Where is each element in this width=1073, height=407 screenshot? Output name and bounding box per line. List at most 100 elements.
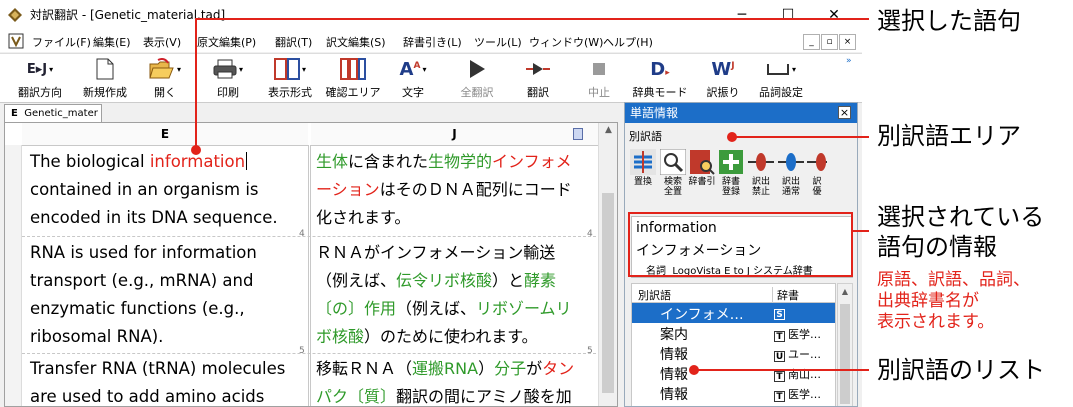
column-toggle-icon[interactable] bbox=[573, 128, 583, 140]
menu-edit[interactable]: 編集(E) bbox=[93, 34, 131, 50]
callout-selected-phrase: 選択した語句 bbox=[877, 7, 1021, 35]
ban-translation-button[interactable]: 訳出 禁止 bbox=[747, 149, 775, 197]
app-logo-icon bbox=[8, 8, 22, 22]
dictionary-type-icon: U bbox=[774, 351, 785, 362]
scroll-up-icon[interactable]: ▲ bbox=[599, 125, 617, 135]
mdi-close-button[interactable]: × bbox=[839, 34, 856, 50]
text-run: Transfer RNA (tRNA) molecules bbox=[30, 359, 286, 378]
alt-list-item[interactable]: 案内 T 医学… bbox=[632, 323, 835, 343]
dictionary-mode-button[interactable]: D▸ 辞典モード bbox=[625, 57, 695, 100]
dictionary-term: 生物学的 bbox=[428, 152, 493, 171]
menu-file[interactable]: ファイル(F) bbox=[32, 34, 91, 50]
mdi-minimize-button[interactable]: _ bbox=[803, 34, 820, 50]
alt-list-item[interactable]: 情報 T 医学… bbox=[632, 383, 835, 403]
stop-button[interactable]: 中止 bbox=[564, 57, 634, 100]
dictionary-term: 伝令リボ核酸 bbox=[396, 271, 493, 290]
menu-bar: ファイル(F) 編集(E) 表示(V) 原文編集(P) 翻訳(T) 訳文編集(S… bbox=[0, 30, 862, 52]
text-run: 移転ＲＮＡ（ bbox=[316, 359, 413, 378]
ej-direction-icon: E▸J bbox=[26, 61, 48, 77]
alt-dictionary-name: 医学… bbox=[788, 328, 821, 341]
source-segment-2[interactable]: RNA is used for information transport (e.… bbox=[22, 239, 306, 351]
highlighted-term: ーション bbox=[316, 180, 380, 199]
toolbar-overflow-icon[interactable]: » bbox=[846, 56, 852, 66]
text-run: （例えば、 bbox=[396, 299, 477, 318]
font-button[interactable]: AA ▾ 文字 bbox=[378, 57, 448, 100]
menu-dictionary-lookup[interactable]: 辞書引き(L) bbox=[403, 34, 462, 50]
segment-line: Transfer RNA (tRNA) molecules bbox=[30, 355, 306, 383]
close-button[interactable]: ✕ bbox=[812, 2, 856, 28]
document-tab[interactable]: E Genetic_mater bbox=[4, 104, 102, 122]
dictionary-register-button[interactable]: 辞書 登録 bbox=[717, 149, 745, 197]
segment-line: The biological information bbox=[30, 148, 306, 176]
furigana-icon: WJ bbox=[711, 58, 735, 80]
segment-line: （例えば、伝令リボ核酸）と酵素 bbox=[316, 267, 580, 295]
segment-line: ribosomal RNA). bbox=[30, 323, 306, 351]
segment-line: 〔の〕作用（例えば、リボゾームリ bbox=[316, 295, 580, 323]
alt-dictionary-name: 医学… bbox=[788, 388, 821, 401]
text-run: （例えば、 bbox=[316, 271, 397, 290]
menu-view[interactable]: 表示(V) bbox=[143, 34, 181, 50]
callout-alt-list: 別訳語のリスト bbox=[877, 356, 1045, 384]
text-run: が bbox=[526, 359, 543, 378]
document-scrollbar[interactable]: ▲ bbox=[598, 123, 617, 406]
text-run: RNA is used for information bbox=[30, 243, 257, 262]
mdi-restore-button[interactable]: ▫ bbox=[821, 34, 838, 50]
maximize-button[interactable]: ☐ bbox=[766, 2, 810, 28]
pos-setting-button[interactable]: ▾ 品詞設定 bbox=[746, 57, 816, 100]
translation-direction-button[interactable]: E▸J ▾ 翻訳方向 bbox=[5, 57, 75, 100]
dictionary-term: リボゾームリ bbox=[476, 299, 572, 318]
priority-translation-button[interactable]: 訳 優 bbox=[805, 149, 829, 197]
alt-list-item[interactable]: 情報 T 南山… bbox=[632, 363, 835, 383]
menu-source-edit[interactable]: 原文編集(P) bbox=[197, 34, 256, 50]
scroll-thumb[interactable] bbox=[602, 193, 614, 393]
alt-list-item[interactable]: 情報 U ユー… bbox=[632, 343, 835, 363]
normal-translation-button[interactable]: 訳出 通常 bbox=[777, 149, 805, 197]
source-column-header: E bbox=[22, 123, 308, 146]
translate-all-button[interactable]: 全翻訳 bbox=[442, 57, 512, 100]
menu-target-edit[interactable]: 訳文編集(S) bbox=[326, 34, 386, 50]
alt-list-scrollbar[interactable]: ▲ bbox=[837, 283, 853, 406]
alt-dictionary: U ユー… bbox=[774, 346, 821, 362]
alt-translation-header: 別訳語 bbox=[629, 130, 662, 143]
dictionary-term: 生体 bbox=[316, 152, 349, 171]
alt-dictionary: S bbox=[774, 306, 788, 320]
callout-info-note: 原語、訳語、品詞、 出典辞書名が 表示されます。 bbox=[877, 270, 1030, 332]
menu-window[interactable]: ウィンドウ(W) bbox=[529, 34, 603, 50]
segment-line: 生体に含まれた生物学的インフォメ bbox=[316, 148, 580, 176]
alt-list-item[interactable]: インフォメ… S bbox=[632, 303, 835, 323]
open-button[interactable]: ▾ 開く bbox=[130, 57, 200, 100]
segment-line: 移転ＲＮＡ（運搬RNA）分子がタン bbox=[316, 355, 580, 383]
dictionary-type-icon: T bbox=[774, 371, 785, 382]
target-segment-1[interactable]: 生体に含まれた生物学的インフォメ ーションはそのＤＮＡ配列にコード 化されます。 bbox=[312, 148, 580, 232]
segment-divider bbox=[22, 236, 596, 237]
scroll-thumb[interactable] bbox=[840, 304, 850, 404]
panel-close-button[interactable]: × bbox=[838, 106, 851, 119]
confirm-area-icon bbox=[340, 58, 366, 80]
menu-tools[interactable]: ツール(L) bbox=[474, 34, 522, 50]
app-window: 対訳翻訳 - [Genetic_material.tad] ─ ☐ ✕ ファイル… bbox=[0, 0, 862, 407]
replace-button[interactable]: 置換 bbox=[629, 149, 657, 187]
callout-line bbox=[195, 18, 869, 20]
translate-button[interactable]: 翻訳 bbox=[503, 57, 573, 100]
segment-number: 4 bbox=[587, 229, 593, 239]
menu-translate[interactable]: 翻訳(T) bbox=[275, 34, 312, 50]
text-run: はそのＤＮＡ配列にコード bbox=[379, 180, 572, 199]
segment-line: transport (e.g., mRNA) and bbox=[30, 267, 306, 295]
target-segment-3[interactable]: 移転ＲＮＡ（運搬RNA）分子がタン パク〔質〕翻訳の間にアミノ酸を加 bbox=[312, 355, 580, 406]
search-replace-all-button[interactable]: 検索 全置 bbox=[659, 148, 687, 197]
minimize-button[interactable]: ─ bbox=[720, 2, 764, 28]
toolbar: E▸J ▾ 翻訳方向 新規作成 ▾ 開く ▾ 印刷 ▾ 表示形式 確認エリア AA… bbox=[0, 53, 862, 103]
source-segment-1[interactable]: The biological information contained in a… bbox=[22, 148, 306, 232]
dictionary-lookup-button[interactable]: 辞書引 bbox=[688, 149, 716, 187]
print-button[interactable]: ▾ 印刷 bbox=[193, 57, 263, 100]
document-icon bbox=[8, 33, 24, 49]
target-segment-2[interactable]: ＲＮＡがインフォメーション輸送 （例えば、伝令リボ核酸）と酵素 〔の〕作用（例えば、… bbox=[312, 239, 580, 351]
scroll-up-icon[interactable]: ▲ bbox=[838, 287, 852, 296]
source-segment-3[interactable]: Transfer RNA (tRNA) molecules are used to… bbox=[22, 355, 306, 406]
ban-translation-icon bbox=[748, 153, 774, 171]
segment-line: are used to add amino acids bbox=[30, 383, 306, 406]
display-format-button[interactable]: ▾ 表示形式 bbox=[255, 57, 325, 100]
column-divider[interactable] bbox=[308, 145, 311, 406]
new-document-icon bbox=[96, 58, 114, 80]
menu-help[interactable]: ヘルプ(H) bbox=[603, 34, 653, 50]
